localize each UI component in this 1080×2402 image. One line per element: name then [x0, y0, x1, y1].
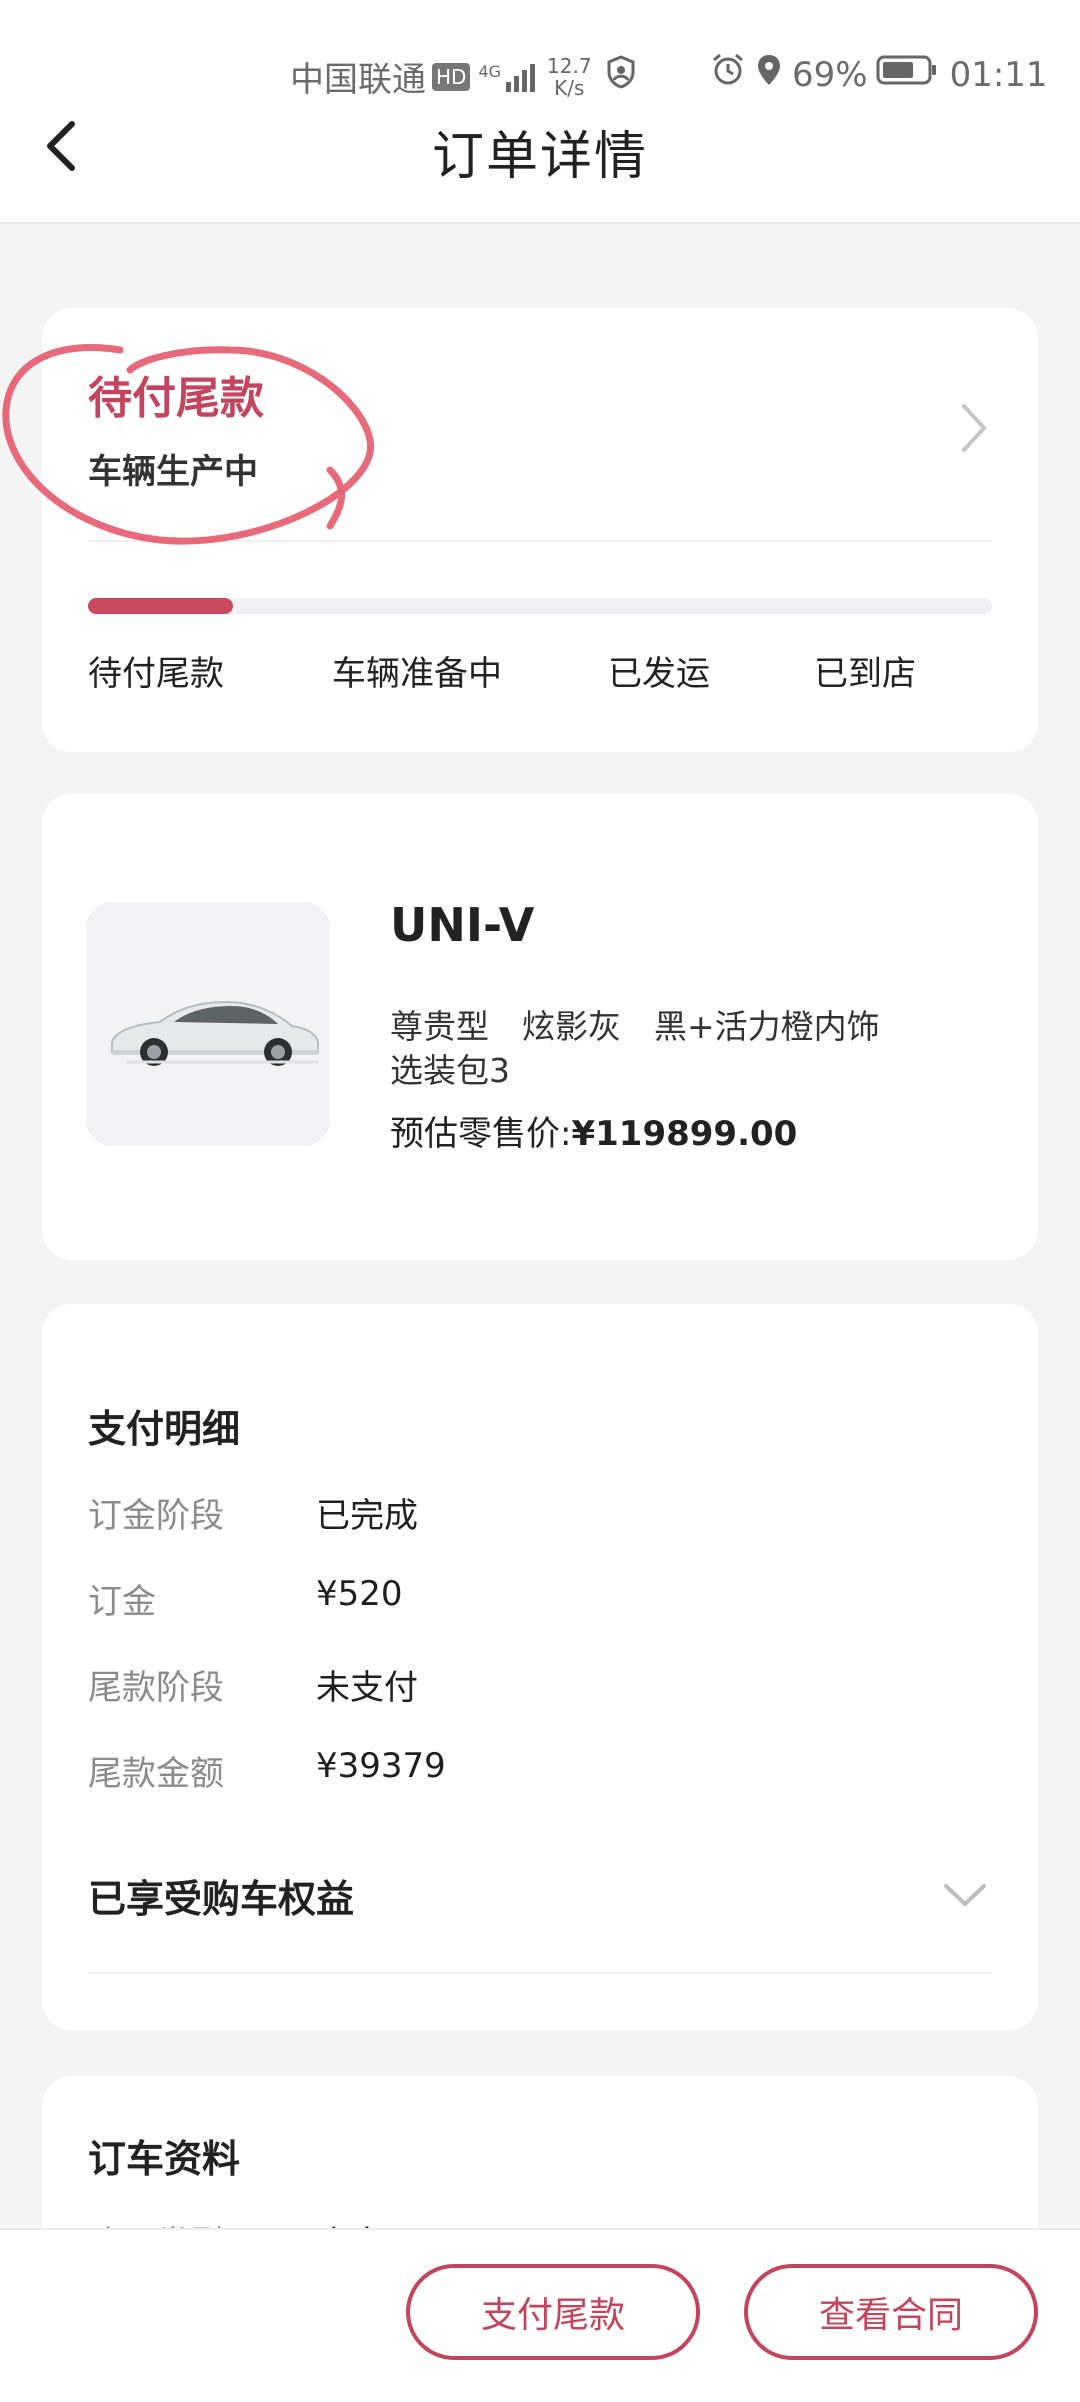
- top-bar: 中国联通 HD 4G 12.7 K/s 69% 01:11 订单详情: [0, 0, 1080, 224]
- payment-row-value-2: ¥520: [316, 1574, 403, 1614]
- payment-row-label-3: 尾款阶段: [88, 1668, 224, 1708]
- payment-title: 支付明细: [88, 1407, 241, 1451]
- car-icon: [111, 1000, 319, 1066]
- hd-badge: HD: [432, 62, 471, 91]
- benefits-label: 已享受购车权益: [88, 1877, 355, 1921]
- step-label-2: 车辆准备中: [332, 654, 502, 694]
- battery-percent: 69%: [792, 54, 868, 95]
- car-model: UNI-V: [390, 898, 535, 952]
- price-label: 预估零售价:: [390, 1114, 572, 1154]
- view-contract-button[interactable]: 查看合同: [744, 2264, 1038, 2360]
- step-label-4: 已到店: [814, 654, 916, 694]
- pay-balance-button[interactable]: 支付尾款: [406, 2264, 700, 2360]
- annotation-circle: [2, 344, 374, 545]
- payment-row-value-3: 未支付: [316, 1668, 418, 1708]
- vpn-shield-icon: [606, 55, 636, 98]
- speed-unit: K/s: [554, 75, 585, 100]
- step-label-1: 待付尾款: [88, 654, 224, 694]
- progress-fill: [88, 598, 233, 614]
- order-info-title: 订车资料: [88, 2137, 241, 2181]
- divider: [88, 1972, 992, 1974]
- price-value: ¥119899.00: [571, 1114, 798, 1154]
- payment-card: 支付明细 订金阶段 已完成 订金 ¥520 尾款阶段 未支付 尾款金额 ¥393…: [42, 1304, 1038, 2030]
- car-price: 预估零售价:¥119899.00: [390, 1106, 797, 1155]
- battery-icon: [876, 54, 938, 95]
- benefits-toggle[interactable]: 已享受购车权益: [88, 1864, 992, 1936]
- payment-row-label-2: 订金: [88, 1582, 156, 1622]
- chevron-down-icon: [944, 1884, 986, 1907]
- page-title: 订单详情: [431, 127, 648, 187]
- carrier-text: 中国联通: [290, 60, 426, 100]
- alarm-icon: [710, 52, 746, 97]
- step-label-3: 已发运: [608, 654, 710, 694]
- status-bar-left: 中国联通 HD 4G 12.7 K/s: [290, 52, 636, 101]
- clock-time: 01:11: [949, 54, 1048, 95]
- net-type-text: 4G: [478, 61, 502, 81]
- payment-row-value-1: 已完成: [316, 1496, 418, 1536]
- speed-indicator: 12.7 K/s: [547, 55, 592, 99]
- chevron-right-icon: [962, 404, 987, 452]
- payment-row-value-4: ¥39379: [316, 1746, 446, 1786]
- location-icon: [756, 53, 782, 96]
- car-config-line2: 选装包3: [390, 1051, 510, 1090]
- status-bar-right: 69% 01:11: [710, 52, 1048, 97]
- speed-value: 12.7: [547, 53, 592, 78]
- progress-track: [88, 598, 992, 614]
- signal-icon: 4G: [478, 61, 536, 92]
- payment-row-label-1: 订金阶段: [88, 1496, 224, 1536]
- payment-row-label-4: 尾款金额: [88, 1754, 224, 1794]
- car-image: [86, 902, 330, 1146]
- vehicle-card: UNI-V 尊贵型 炫影灰 黑+活力橙内饰 选装包3 预估零售价:¥119899…: [42, 794, 1038, 1260]
- car-config-line1: 尊贵型 炫影灰 黑+活力橙内饰: [390, 1007, 880, 1046]
